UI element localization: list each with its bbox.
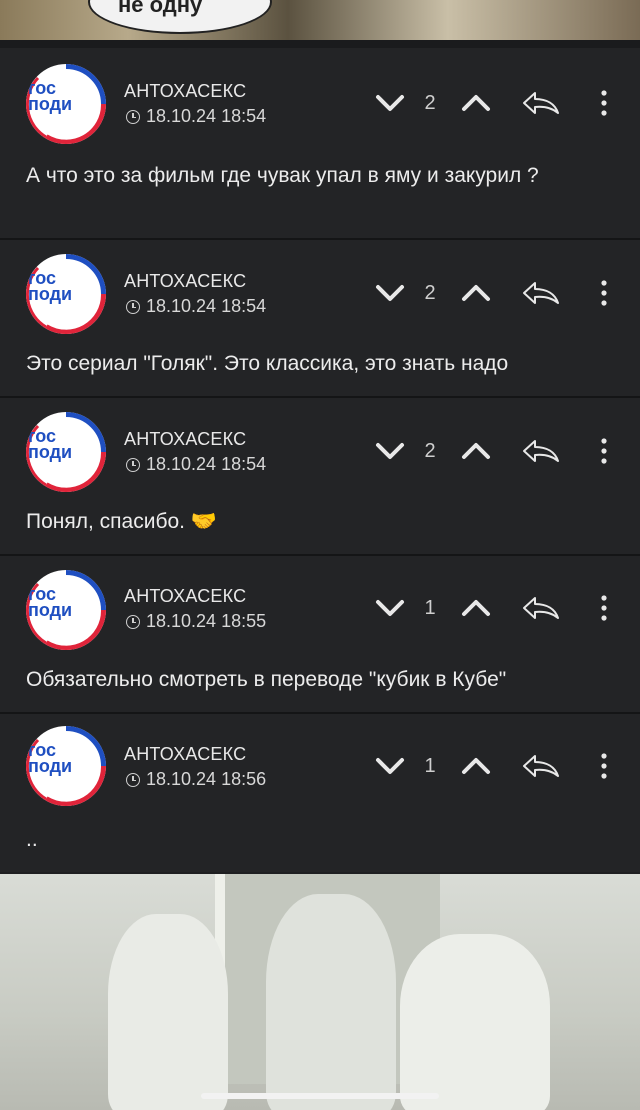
chevron-up-icon [462, 600, 490, 616]
comment-text: Обязательно смотреть в переводе "кубик в… [26, 668, 507, 691]
author-name[interactable]: АНТОХАСЕКС [124, 744, 246, 765]
chevron-down-icon [376, 95, 404, 111]
more-vertical-icon [601, 280, 607, 306]
clock-icon [126, 614, 140, 629]
avatar[interactable]: гос поди [26, 254, 106, 334]
score: 2 [424, 91, 436, 114]
timestamp: 18.10.24 18:55 [126, 611, 266, 632]
vote-up-button[interactable] [458, 83, 494, 123]
more-vertical-icon [601, 90, 607, 116]
timestamp-text: 18.10.24 18:56 [146, 769, 267, 789]
clock-icon [126, 772, 140, 787]
vote-down-button[interactable] [372, 588, 408, 628]
vote-down-button[interactable] [372, 431, 408, 471]
score: 2 [424, 281, 436, 304]
score: 1 [424, 596, 436, 619]
comment: гос поди АНТОХАСЕКС 18.10.24 18:54 2 А ч… [0, 48, 640, 240]
comment-actions: 2 [372, 273, 622, 313]
avatar-text-bottom: поди [28, 756, 73, 776]
post-image-top[interactable]: не одну [0, 0, 640, 40]
author-name[interactable]: АНТОХАСЕКС [124, 81, 246, 102]
comment-text: А что это за фильм где чувак упал в яму … [26, 164, 539, 187]
timestamp: 18.10.24 18:54 [126, 296, 266, 317]
reply-arrow-icon [523, 597, 559, 619]
timestamp: 18.10.24 18:56 [126, 769, 266, 790]
clock-icon [126, 109, 140, 124]
reply-button[interactable] [518, 746, 564, 786]
more-vertical-icon [601, 753, 607, 779]
comment-actions: 1 [372, 746, 622, 786]
comment: гос поди АНТОХАСЕКС 18.10.24 18:56 1 .. [0, 714, 640, 872]
reply-button[interactable] [518, 273, 564, 313]
comment-text: .. [26, 828, 38, 851]
avatar[interactable]: гос поди [26, 726, 106, 806]
vote-up-button[interactable] [458, 588, 494, 628]
avatar[interactable]: гос поди [26, 412, 106, 492]
timestamp-text: 18.10.24 18:55 [146, 611, 267, 631]
avatar-text-bottom: поди [28, 600, 73, 620]
avatar-text-bottom: поди [28, 442, 73, 462]
author-name[interactable]: АНТОХАСЕКС [124, 429, 246, 450]
comment-actions: 1 [372, 588, 622, 628]
more-vertical-icon [601, 438, 607, 464]
chevron-up-icon [462, 95, 490, 111]
comment: гос поди АНТОХАСЕКС 18.10.24 18:54 2 Это… [0, 240, 640, 398]
chevron-down-icon [376, 443, 404, 459]
clock-icon [126, 457, 140, 472]
divider [0, 40, 640, 48]
timestamp-text: 18.10.24 18:54 [146, 454, 267, 474]
avatar[interactable]: гос поди [26, 570, 106, 650]
score: 2 [424, 439, 436, 462]
vote-down-button[interactable] [372, 746, 408, 786]
home-indicator[interactable] [201, 1093, 439, 1099]
more-options-button[interactable] [594, 746, 614, 786]
image-caption: не одну [118, 0, 203, 17]
author-name[interactable]: АНТОХАСЕКС [124, 586, 246, 607]
vote-down-button[interactable] [372, 273, 408, 313]
comment: гос поди АНТОХАСЕКС 18.10.24 18:54 2 Пон… [0, 398, 640, 556]
timestamp: 18.10.24 18:54 [126, 454, 266, 475]
vote-up-button[interactable] [458, 273, 494, 313]
timestamp-text: 18.10.24 18:54 [146, 106, 267, 126]
more-options-button[interactable] [594, 83, 614, 123]
vote-up-button[interactable] [458, 746, 494, 786]
comment-actions: 2 [372, 83, 622, 123]
reply-button[interactable] [518, 431, 564, 471]
chevron-down-icon [376, 285, 404, 301]
more-options-button[interactable] [594, 588, 614, 628]
comment-text: Это сериал "Голяк". Это классика, это зн… [26, 352, 509, 375]
avatar-text-bottom: поди [28, 94, 73, 114]
avatar-text-bottom: поди [28, 284, 73, 304]
comment-image[interactable] [0, 874, 640, 1110]
timestamp: 18.10.24 18:54 [126, 106, 266, 127]
chevron-up-icon [462, 443, 490, 459]
more-vertical-icon [601, 595, 607, 621]
chevron-up-icon [462, 758, 490, 774]
chevron-down-icon [376, 758, 404, 774]
comment-text: Понял, спасибо. 🤝 [26, 510, 217, 533]
person-figure-center [266, 894, 396, 1110]
vote-up-button[interactable] [458, 431, 494, 471]
reply-button[interactable] [518, 83, 564, 123]
score: 1 [424, 754, 436, 777]
reply-arrow-icon [523, 755, 559, 777]
more-options-button[interactable] [594, 431, 614, 471]
chevron-up-icon [462, 285, 490, 301]
chevron-down-icon [376, 600, 404, 616]
vote-down-button[interactable] [372, 83, 408, 123]
comment: гос поди АНТОХАСЕКС 18.10.24 18:55 1 Обя… [0, 556, 640, 714]
person-figure-right [400, 934, 550, 1110]
comment-actions: 2 [372, 431, 622, 471]
more-options-button[interactable] [594, 273, 614, 313]
avatar[interactable]: гос поди [26, 64, 106, 144]
clock-icon [126, 299, 140, 314]
reply-arrow-icon [523, 440, 559, 462]
reply-arrow-icon [523, 92, 559, 114]
timestamp-text: 18.10.24 18:54 [146, 296, 267, 316]
reply-arrow-icon [523, 282, 559, 304]
reply-button[interactable] [518, 588, 564, 628]
author-name[interactable]: АНТОХАСЕКС [124, 271, 246, 292]
person-figure-left [108, 914, 228, 1110]
